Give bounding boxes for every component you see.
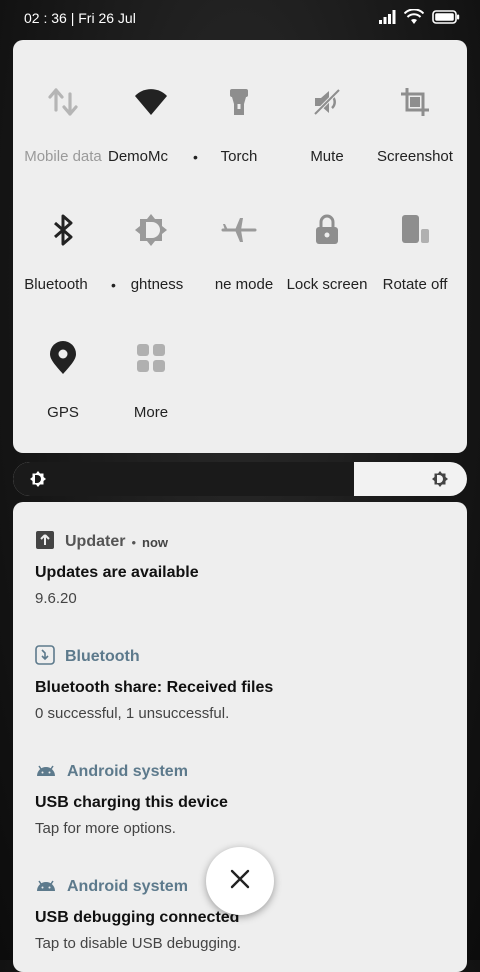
tile-mobile-data[interactable]: Mobile data (19, 40, 107, 165)
bluetooth-share-icon (35, 644, 55, 670)
status-time-date: 02 : 36 | Fri 26 Jul (24, 10, 136, 26)
notification-app-name: Bluetooth (65, 648, 140, 665)
tile-wifi[interactable]: DemoMc • (107, 40, 198, 165)
notification-usb-charging[interactable]: Android system USB charging this device … (35, 760, 455, 837)
tile-more[interactable]: More (107, 296, 195, 421)
notification-app-name: Updater (65, 533, 126, 550)
tile-label: ghtness (130, 276, 184, 293)
notification-text: 0 successful, 1 unsuccessful. (35, 705, 230, 722)
tile-rotate[interactable]: Rotate off (371, 168, 459, 293)
brightness-high-icon (431, 470, 449, 493)
lock-icon (309, 212, 345, 248)
notification-text: Tap to disable USB debugging. (35, 935, 241, 952)
notification-title: Updates are available (35, 564, 199, 581)
wifi-icon (133, 84, 169, 120)
auto-brightness-icon (133, 212, 169, 248)
rotate-icon (397, 212, 433, 248)
tile-bluetooth[interactable]: Bluetooth • (19, 168, 116, 293)
notification-text: 9.6.20 (35, 590, 77, 607)
notification-app-name: Android system (67, 763, 188, 780)
android-icon (35, 762, 57, 783)
quick-settings-panel: Mobile data DemoMc • Torch Mute Screensh… (13, 40, 467, 453)
updater-icon (35, 530, 55, 555)
tile-label: ne mode (214, 276, 274, 293)
brightness-slider[interactable] (13, 462, 467, 496)
tile-lock-screen[interactable]: Lock screen (283, 168, 371, 293)
brightness-slider-fill (13, 462, 354, 496)
wifi-status-icon (403, 8, 425, 30)
notification-time: now (142, 534, 169, 550)
mobile-data-icon (45, 84, 81, 120)
mute-icon (309, 84, 345, 120)
expand-dot: • (111, 277, 116, 293)
status-bar: 02 : 36 | Fri 26 Jul (0, 0, 480, 36)
location-icon (45, 340, 81, 376)
tile-airplane-mode[interactable]: ne mode (195, 168, 283, 293)
tile-label: Bluetooth (24, 276, 88, 293)
notification-bluetooth[interactable]: Bluetooth Bluetooth share: Received file… (35, 644, 455, 722)
tile-label: Mobile data (24, 148, 102, 165)
tile-screenshot[interactable]: Screenshot (371, 40, 459, 165)
tile-gps[interactable]: GPS (19, 296, 107, 421)
battery-icon (432, 10, 460, 29)
tile-label: DemoMc (107, 148, 168, 165)
tile-auto-brightness[interactable]: ghtness (107, 168, 195, 293)
clear-all-button[interactable] (206, 847, 274, 915)
notification-app-name: Android system (67, 878, 188, 895)
more-grid-icon (133, 340, 169, 376)
bluetooth-icon (45, 212, 81, 248)
airplane-icon (221, 212, 257, 248)
status-icons (378, 8, 460, 30)
notification-updater[interactable]: Updater • now Updates are available 9.6.… (35, 530, 455, 607)
brightness-low-icon (29, 470, 47, 493)
android-icon (35, 877, 57, 898)
notification-title: USB charging this device (35, 794, 228, 811)
torch-icon (221, 84, 257, 120)
tile-torch[interactable]: Torch (195, 40, 283, 165)
tile-label: Screenshot (377, 148, 453, 165)
separator-dot: • (131, 534, 137, 550)
notification-title: Bluetooth share: Received files (35, 679, 274, 696)
tile-label: Rotate off (382, 276, 448, 293)
screenshot-icon (397, 84, 433, 120)
tile-mute[interactable]: Mute (283, 40, 371, 165)
tile-label: More (133, 404, 169, 421)
signal-icon (378, 10, 396, 29)
close-icon (229, 868, 251, 895)
notification-text: Tap for more options. (35, 820, 176, 837)
